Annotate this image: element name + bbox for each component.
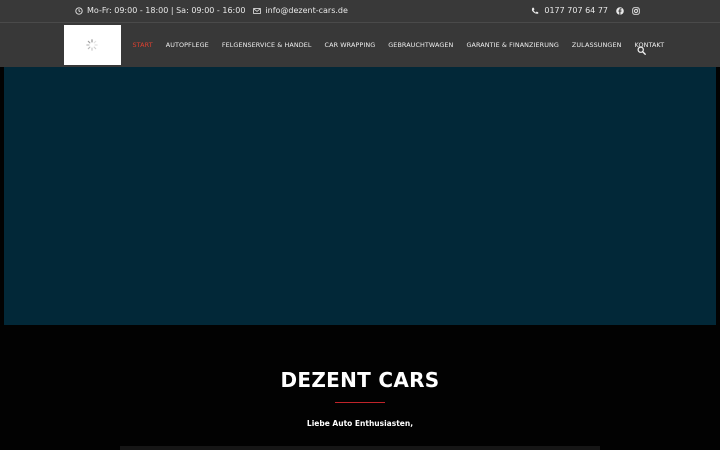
nav-item-kontakt[interactable]: KONTAKT xyxy=(628,41,671,49)
email-link[interactable]: info@dezent-cars.de xyxy=(265,6,348,15)
opening-hours-text: Mo-Fr: 09:00 - 18:00 | Sa: 09:00 - 16:00 xyxy=(87,6,246,15)
intro-section: DEZENT CARS Liebe Auto Enthusiasten, xyxy=(0,325,720,450)
main-navigation: START AUTOPFLEGE FELGENSERVICE & HANDEL … xyxy=(0,23,720,67)
loading-spinner-icon xyxy=(86,39,98,51)
phone-icon xyxy=(531,7,539,15)
nav-item-felgenservice[interactable]: FELGENSERVICE & HANDEL xyxy=(215,41,318,49)
contact-hours: Mo-Fr: 09:00 - 18:00 | Sa: 09:00 - 16:00… xyxy=(75,6,348,15)
nav-item-zulassungen[interactable]: ZULASSUNGEN xyxy=(565,41,628,49)
nav-item-autopflege[interactable]: AUTOPFLEGE xyxy=(159,41,215,49)
hero-banner xyxy=(4,67,716,325)
nav-item-car-wrapping[interactable]: CAR WRAPPING xyxy=(318,41,382,49)
nav-menu: START AUTOPFLEGE FELGENSERVICE & HANDEL … xyxy=(126,23,671,67)
social-contact: 0177 707 64 77 xyxy=(531,6,640,15)
search-icon[interactable] xyxy=(637,40,646,59)
faded-paragraph xyxy=(120,446,600,450)
title-divider xyxy=(335,402,385,403)
logo[interactable] xyxy=(64,25,121,65)
phone-link[interactable]: 0177 707 64 77 xyxy=(544,6,608,15)
nav-item-start[interactable]: START xyxy=(126,41,159,49)
nav-item-gebrauchtwagen[interactable]: GEBRAUCHTWAGEN xyxy=(382,41,460,49)
instagram-icon[interactable] xyxy=(632,6,640,15)
clock-icon xyxy=(75,6,83,15)
greeting-text: Liebe Auto Enthusiasten, xyxy=(306,419,414,428)
page-title: DEZENT CARS xyxy=(280,368,440,392)
facebook-icon[interactable] xyxy=(616,6,624,15)
mail-icon xyxy=(253,7,262,15)
nav-item-garantie[interactable]: GARANTIE & FINANZIERUNG xyxy=(460,41,565,49)
top-info-bar: Mo-Fr: 09:00 - 18:00 | Sa: 09:00 - 16:00… xyxy=(0,0,720,23)
